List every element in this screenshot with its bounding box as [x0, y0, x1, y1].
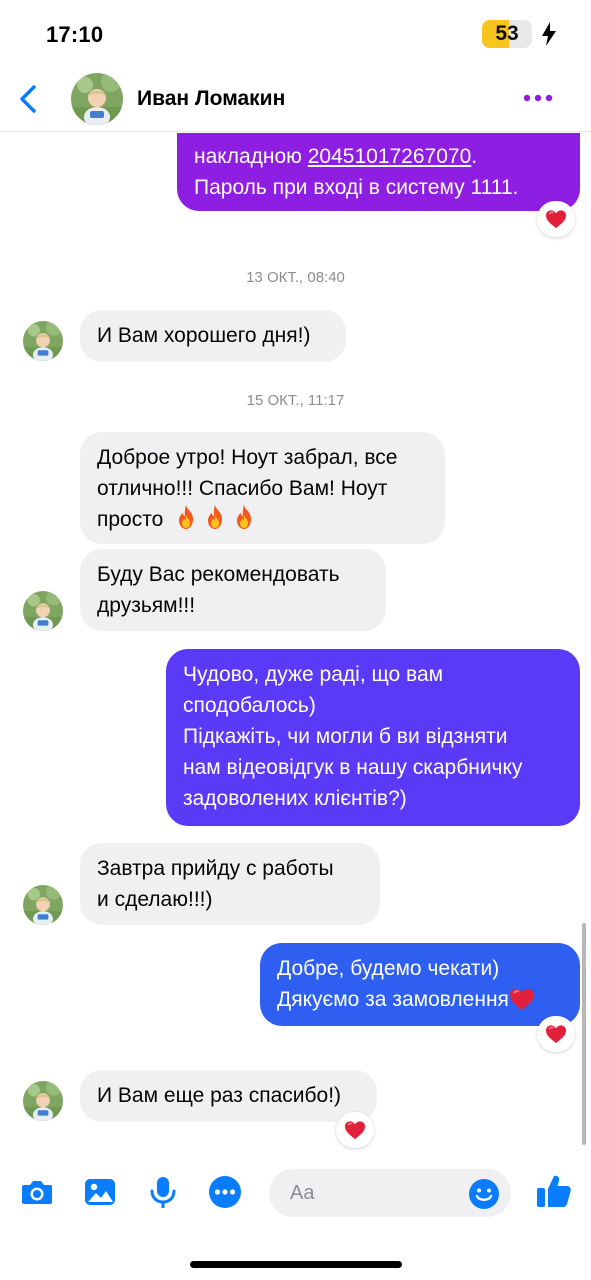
- incoming-message[interactable]: Доброе утро! Ноут забрал, все отлично!!!…: [80, 432, 445, 544]
- message-list[interactable]: накладною 20451017267070. Пароль при вхо…: [0, 133, 591, 1150]
- scrollbar[interactable]: [582, 923, 586, 1145]
- heart-icon: [545, 1024, 567, 1044]
- outgoing-message[interactable]: Чудово, дуже раді, що вам сподобалось) П…: [166, 649, 580, 826]
- status-time: 17:10: [46, 22, 104, 47]
- message-text: накладною: [194, 145, 308, 168]
- back-chevron-icon[interactable]: [14, 83, 42, 115]
- message-text: отлично!!! Спасибо Вам! Ноут: [97, 477, 388, 500]
- message-text: нам відеовідгук в нашу скарбничку: [183, 756, 523, 779]
- heart-reaction[interactable]: [336, 1112, 374, 1148]
- message-input[interactable]: Aa: [269, 1169, 511, 1217]
- heart-icon: [545, 209, 567, 229]
- incoming-message[interactable]: И Вам еще раз спасибо!): [80, 1070, 377, 1122]
- outgoing-message[interactable]: накладною 20451017267070. Пароль при вхо…: [177, 133, 580, 211]
- date-separator: 13 ОКТ., 08:40: [246, 269, 345, 286]
- conversation-header: Иван Ломакин: [0, 66, 591, 132]
- date-separator: 15 ОКТ., 11:17: [246, 392, 345, 409]
- camera-icon[interactable]: [19, 1174, 55, 1210]
- message-text: Чудово, дуже раді, що вам: [183, 663, 444, 686]
- sender-avatar[interactable]: [23, 1081, 63, 1121]
- message-text: просто: [97, 508, 164, 531]
- outgoing-message[interactable]: Добре, будемо чекати) Дякуємо за замовле…: [260, 943, 580, 1026]
- message-text: Пароль при вході в систему 1111.: [194, 176, 519, 199]
- contact-avatar[interactable]: [71, 73, 123, 125]
- message-text: сподобалось): [183, 694, 316, 717]
- heart-reaction[interactable]: [537, 201, 575, 237]
- message-composer: Aa: [0, 1150, 591, 1245]
- message-text: и сделаю!!!): [97, 888, 213, 911]
- microphone-icon[interactable]: [145, 1174, 181, 1210]
- sender-avatar[interactable]: [23, 321, 63, 361]
- message-text: Буду Вас рекомендовать: [97, 563, 340, 586]
- status-bar: 17:10 53: [0, 0, 591, 66]
- thumbs-up-icon[interactable]: [535, 1172, 573, 1210]
- more-apps-icon[interactable]: [207, 1174, 243, 1210]
- incoming-message[interactable]: Завтра прийду с работы и сделаю!!!): [80, 843, 380, 925]
- emoji-icon[interactable]: [468, 1178, 500, 1210]
- message-text: Добре, будемо чекати): [277, 957, 500, 980]
- sender-avatar[interactable]: [23, 885, 63, 925]
- incoming-message[interactable]: Буду Вас рекомендовать друзьям!!!: [80, 549, 386, 631]
- fire-emoji-icon: [175, 504, 197, 530]
- contact-name[interactable]: Иван Ломакин: [137, 87, 285, 111]
- fire-emoji-icon: [204, 504, 226, 530]
- gallery-icon[interactable]: [82, 1174, 118, 1210]
- message-text: Підкажіть, чи могли б ви відзняти: [183, 725, 508, 748]
- sender-avatar[interactable]: [23, 591, 63, 631]
- input-placeholder: Aa: [290, 1182, 315, 1204]
- message-text: Завтра прийду с работы: [97, 857, 334, 880]
- message-text: друзьям!!!: [97, 594, 196, 617]
- tracking-number-link[interactable]: 20451017267070: [308, 145, 472, 168]
- more-options-icon[interactable]: [522, 91, 554, 105]
- heart-emoji-icon: [509, 987, 535, 1011]
- battery-indicator: 53: [482, 20, 532, 48]
- heart-reaction[interactable]: [537, 1016, 575, 1052]
- home-indicator[interactable]: [190, 1261, 402, 1268]
- message-text: И Вам хорошего дня!): [97, 324, 311, 347]
- message-text: И Вам еще раз спасибо!): [97, 1084, 342, 1107]
- message-text: задоволених клієнтів?): [183, 787, 407, 810]
- charging-bolt-icon: [542, 22, 556, 46]
- message-text: Дякуємо за замовлення: [277, 988, 509, 1011]
- incoming-message[interactable]: И Вам хорошего дня!): [80, 310, 346, 362]
- message-text: .: [471, 145, 478, 168]
- fire-emoji-icon: [233, 504, 255, 530]
- message-text: Доброе утро! Ноут забрал, все: [97, 446, 398, 469]
- heart-icon: [344, 1120, 366, 1140]
- battery-level: 53: [495, 22, 519, 45]
